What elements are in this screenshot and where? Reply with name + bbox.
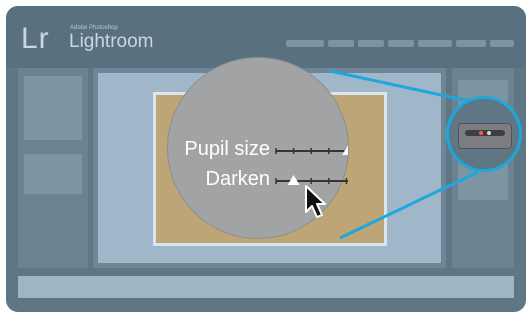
callout-line-bottom bbox=[339, 170, 479, 240]
slider-graphics bbox=[275, 145, 348, 218]
mini-control-bar bbox=[465, 130, 505, 136]
pupil-size-slider[interactable] bbox=[275, 145, 348, 155]
mini-control-panel bbox=[458, 123, 512, 149]
mini-red-dot bbox=[479, 131, 483, 135]
panel-highlight-circle bbox=[446, 96, 522, 172]
magnifier-circle: Pupil size Darken bbox=[168, 58, 348, 238]
arrow-cursor-icon bbox=[305, 185, 326, 218]
darken-slider[interactable] bbox=[275, 175, 348, 185]
mini-dot-2 bbox=[487, 131, 491, 135]
callout-line-top bbox=[329, 69, 479, 105]
